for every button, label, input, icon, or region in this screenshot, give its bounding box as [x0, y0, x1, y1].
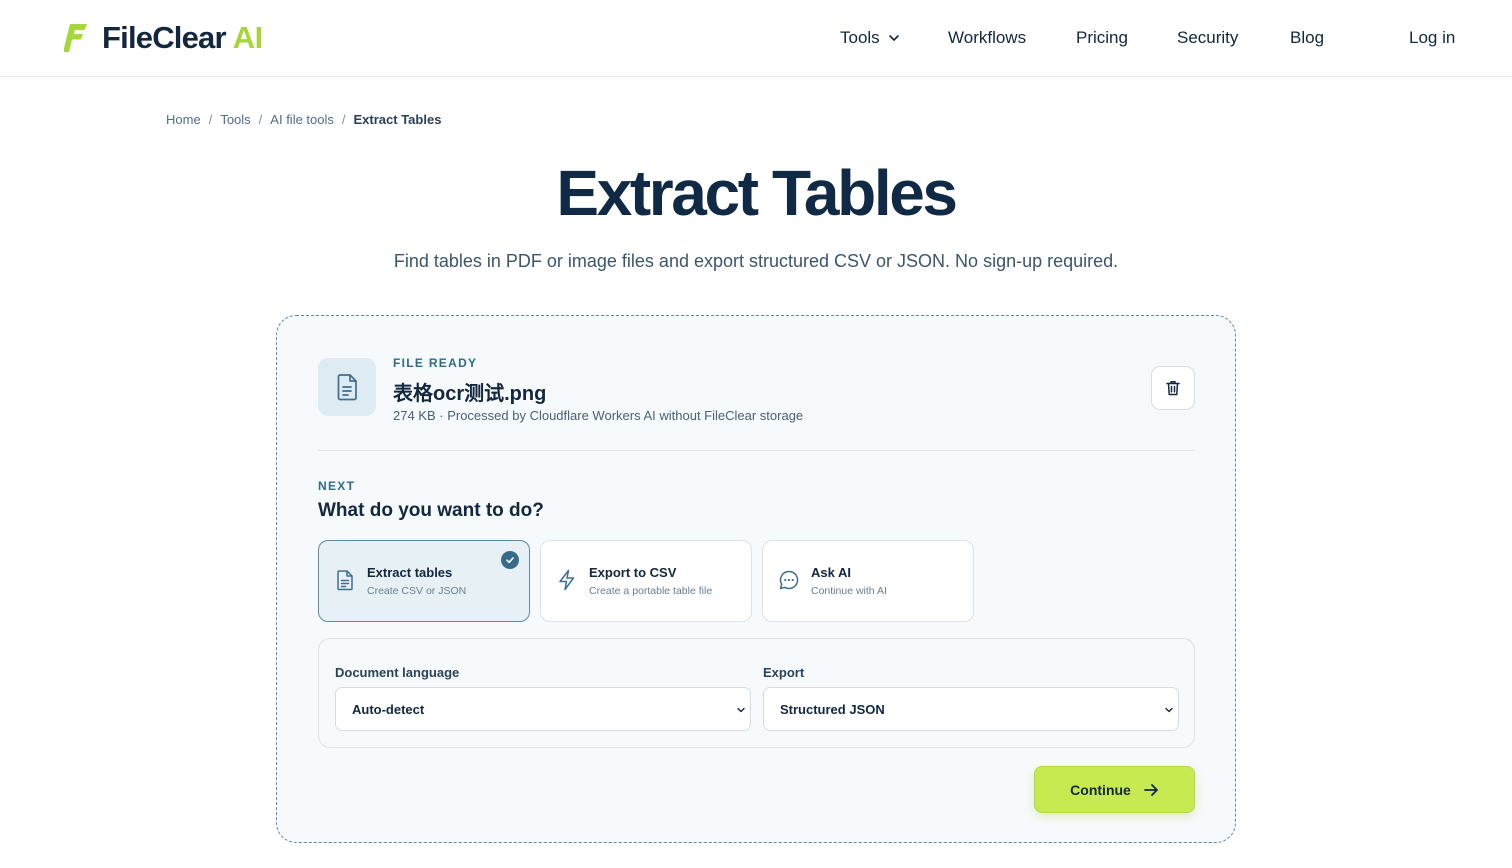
breadcrumb-current: Extract Tables [353, 112, 442, 127]
page-title: Extract Tables [556, 157, 958, 229]
nav-tools-label: Tools [840, 28, 880, 47]
nav-tools[interactable]: Tools [840, 28, 900, 48]
continue-button[interactable]: Continue [1034, 766, 1195, 813]
lightning-icon [559, 569, 575, 591]
breadcrumb-ai-file-tools[interactable]: AI file tools [270, 112, 334, 127]
page-subtitle: Find tables in PDF or image files and ex… [393, 251, 1119, 271]
arrow-right-icon [1143, 783, 1158, 796]
export-select[interactable]: Structured JSON [763, 687, 1179, 731]
breadcrumb-home[interactable]: Home [166, 112, 201, 127]
option-export-csv[interactable]: Export to CSV Create a portable table fi… [540, 540, 752, 622]
export-label: Export [763, 665, 805, 680]
option-ask-ai[interactable]: Ask AI Continue with AI [762, 540, 974, 622]
breadcrumb-separator: / [258, 112, 263, 127]
chevron-down-icon [737, 707, 745, 713]
site-header: FileClear AI Tools Workflows Pricing Sec… [0, 0, 1512, 77]
option-subtitle: Create a portable table file [589, 585, 713, 597]
breadcrumb-tools[interactable]: Tools [220, 112, 250, 127]
chevron-down-icon [888, 35, 899, 41]
breadcrumb: Home / Tools / AI file tools / Extract T… [166, 112, 441, 127]
export-value: Structured JSON [780, 702, 885, 717]
breadcrumb-separator: / [341, 112, 346, 127]
login-link[interactable]: Log in [1409, 28, 1455, 48]
document-language-select[interactable]: Auto-detect [335, 687, 751, 731]
option-title: Extract tables [367, 565, 453, 580]
divider [318, 450, 1195, 451]
nav-security[interactable]: Security [1177, 28, 1238, 48]
nav-pricing[interactable]: Pricing [1076, 28, 1128, 48]
continue-label: Continue [1070, 781, 1131, 798]
settings-panel: Document language Auto-detect Export Str… [318, 638, 1195, 748]
document-icon [337, 570, 353, 591]
file-status-label: FILE READY [393, 356, 478, 370]
chevron-down-icon [1165, 707, 1173, 713]
remove-file-button[interactable] [1151, 366, 1195, 410]
option-extract-tables[interactable]: Extract tables Create CSV or JSON [318, 540, 530, 622]
file-icon [337, 374, 357, 401]
document-language-label: Document language [335, 665, 460, 680]
action-question: What do you want to do? [318, 500, 544, 521]
check-icon [501, 551, 519, 569]
chat-icon [779, 570, 799, 590]
next-label: NEXT [318, 479, 356, 493]
file-icon-box [318, 358, 376, 416]
option-title: Ask AI [811, 565, 851, 580]
document-language-value: Auto-detect [352, 702, 425, 717]
option-subtitle: Continue with AI [811, 585, 887, 597]
option-subtitle: Create CSV or JSON [367, 585, 467, 597]
option-title: Export to CSV [589, 565, 677, 580]
main-nav: Tools Workflows Pricing Security Blog Lo… [0, 28, 1512, 52]
file-name: 表格ocr测试.png [393, 383, 547, 405]
upload-card: FILE READY 表格ocr测试.png 274 KB · Processe… [276, 315, 1236, 843]
nav-workflows[interactable]: Workflows [948, 28, 1026, 48]
file-meta: 274 KB · Processed by Cloudflare Workers… [393, 408, 804, 423]
trash-icon [1166, 381, 1180, 396]
nav-blog[interactable]: Blog [1290, 28, 1324, 48]
breadcrumb-separator: / [208, 112, 213, 127]
